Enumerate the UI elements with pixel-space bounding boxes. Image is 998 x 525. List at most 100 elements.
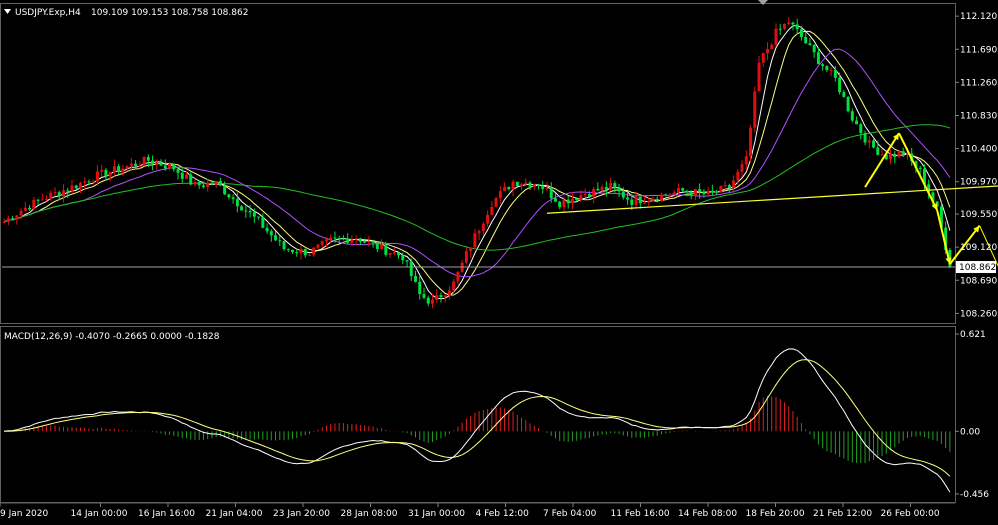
candle-body	[757, 62, 761, 92]
candle-body	[197, 182, 201, 186]
candle-body	[812, 44, 816, 53]
candle-body	[435, 295, 439, 300]
candle-body	[681, 188, 685, 191]
candle-body	[740, 164, 744, 172]
macd-tick-label: -0.456	[960, 490, 989, 500]
candle-body	[723, 185, 727, 187]
time-tick-label: 7 Feb 04:00	[543, 509, 597, 519]
candle-body	[609, 183, 613, 190]
candle-body	[889, 153, 892, 160]
candle-body	[265, 227, 269, 232]
chart-shift-marker-icon[interactable]	[758, 0, 768, 5]
candle-body	[456, 271, 460, 282]
time-tick-label: 26 Feb 00:00	[881, 509, 940, 519]
candle-body	[838, 77, 842, 93]
candle-body	[507, 186, 511, 190]
candle-body	[28, 207, 32, 210]
candle-body	[719, 185, 723, 193]
candle-body	[744, 156, 748, 165]
time-tick-label: 18 Feb 20:00	[746, 509, 805, 519]
ma-5-line	[3, 25, 951, 300]
candle-body	[579, 195, 583, 200]
candle-body	[893, 153, 897, 157]
candle-body	[710, 191, 714, 193]
candle-body	[363, 241, 367, 243]
candle-body	[782, 23, 786, 29]
time-tick-label: 21 Feb 12:00	[813, 509, 872, 519]
price-tick-label: 108.690	[960, 276, 997, 286]
candle-body	[15, 215, 19, 220]
candle-body	[333, 237, 337, 239]
candle-body	[859, 124, 863, 133]
candle-body	[206, 183, 210, 188]
candle-body	[155, 162, 159, 164]
candle-body	[443, 295, 447, 298]
time-axis[interactable]: 9 Jan 2020 14 Jan 00:00 16 Jan 16:00 21 Jan…	[0, 503, 940, 519]
candle-body	[422, 294, 426, 298]
candle-body	[503, 186, 507, 192]
candle-body	[36, 199, 40, 201]
candle-body	[291, 249, 294, 253]
candle-body	[414, 276, 417, 282]
candle-body	[129, 163, 133, 167]
candle-body	[566, 199, 570, 204]
macd-axis[interactable]: 0.621 0.00 -0.456	[955, 330, 989, 500]
candle-body	[66, 190, 70, 192]
time-tick-label: 14 Feb 08:00	[678, 509, 737, 519]
candle-body	[617, 187, 621, 192]
candle-body	[753, 91, 757, 128]
candle-body	[494, 197, 498, 207]
current-price-tag: 108.862	[959, 263, 996, 273]
chart-menu-triangle-icon[interactable]	[4, 9, 11, 14]
candle-body	[341, 238, 345, 240]
candle-body	[833, 69, 837, 78]
candle-body	[303, 249, 307, 256]
macd-line	[4, 348, 951, 493]
candle-body	[791, 22, 795, 25]
candle-body	[210, 183, 214, 185]
chart-window[interactable]: 112.120 111.690 111.260 110.830 110.400 109.9…	[0, 0, 998, 521]
candle-body	[850, 111, 854, 121]
candle-body	[312, 247, 316, 255]
price-axis[interactable]: 112.120 111.690 111.260 110.830 110.400 109.9…	[955, 12, 997, 319]
macd-tick-label: 0.621	[960, 330, 986, 340]
candle-body	[74, 185, 78, 189]
candle-body	[469, 247, 473, 252]
candle-body	[257, 216, 261, 218]
candle-body	[320, 241, 324, 245]
candle-body	[486, 214, 490, 224]
time-tick-label: 9 Jan 2020	[0, 509, 48, 519]
candle-body	[307, 254, 311, 256]
candle-body	[125, 166, 129, 169]
candle-body	[736, 171, 740, 181]
chart-canvas[interactable]: 112.120 111.690 111.260 110.830 110.400 109.9…	[0, 0, 998, 521]
candle-body	[23, 207, 27, 211]
candle-body	[193, 182, 197, 185]
time-tick-label: 16 Jan 16:00	[138, 509, 195, 519]
candle-body	[880, 154, 884, 156]
time-tick-label: 11 Feb 16:00	[611, 509, 670, 519]
candle-body	[172, 164, 176, 170]
candle-body	[45, 198, 49, 200]
candle-body	[532, 184, 536, 187]
time-tick-label: 28 Jan 08:00	[341, 509, 398, 519]
candle-body	[918, 167, 922, 169]
candle-body	[575, 198, 579, 200]
candle-body	[672, 192, 676, 195]
candle-body	[299, 249, 303, 254]
macd-panel-frame	[0, 326, 956, 503]
candlesticks	[2, 17, 952, 309]
candle-body	[795, 24, 799, 30]
candle-body	[40, 199, 44, 201]
candle-body	[53, 192, 57, 194]
candle-body	[626, 197, 630, 200]
candle-body	[732, 180, 736, 188]
candle-body	[511, 181, 515, 190]
candle-body	[121, 168, 125, 173]
candle-body	[846, 96, 850, 112]
candle-body	[498, 191, 502, 198]
candle-body	[375, 242, 379, 249]
candle-body	[214, 180, 218, 185]
candle-body	[897, 151, 901, 157]
candle-body	[371, 241, 375, 243]
